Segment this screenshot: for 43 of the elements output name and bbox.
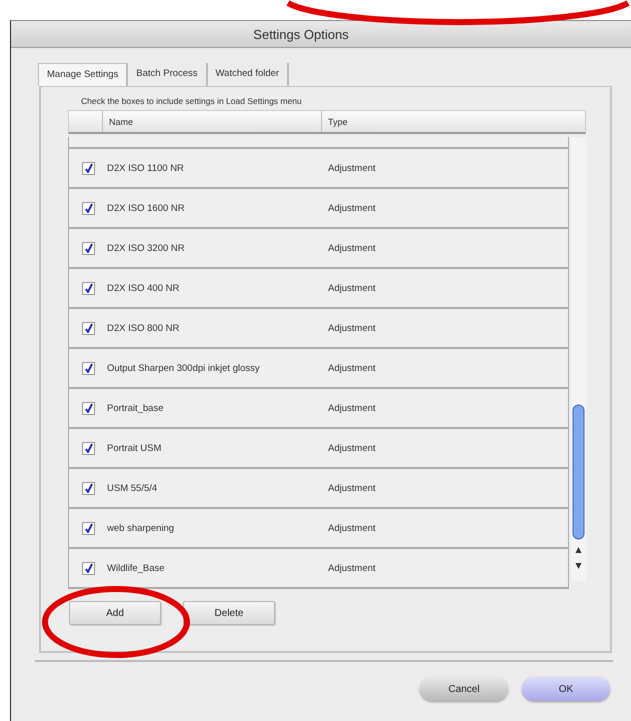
checkbox[interactable] [82,242,95,254]
setting-name: D2X ISO 400 NR [107,282,180,294]
checkbox[interactable] [82,442,95,454]
checkbox[interactable] [82,162,95,174]
setting-type: Adjustment [328,202,376,214]
instruction-text: Check the boxes to include settings in Load Settings menu [81,96,303,106]
setting-type: Adjustment [328,362,376,374]
add-button[interactable]: Add [69,601,161,625]
setting-type: Adjustment [328,162,376,174]
checkbox[interactable] [82,402,95,414]
setting-name: USM 55/5/4 [107,482,158,494]
window-title: Settings Options [253,26,349,42]
setting-name: Portrait_base [107,402,165,414]
setting-name: Portrait USM [107,442,162,454]
setting-type: Adjustment [328,562,376,574]
column-header[interactable]: Type [322,111,348,132]
checkbox[interactable] [82,522,95,534]
checkbox[interactable] [82,322,95,334]
setting-name: D2X ISO 3200 NR [107,242,186,254]
setting-name: D2X ISO 1600 NR [107,202,186,214]
ok-button[interactable]: OK [522,677,610,701]
setting-name: web sharpening [107,522,176,534]
checkbox[interactable] [82,562,95,574]
tab[interactable]: Manage Settings [38,63,128,86]
setting-name: D2X ISO 800 NR [107,322,180,334]
scrollbar[interactable] [569,137,588,581]
delete-button[interactable]: Delete [183,601,275,625]
setting-type: Adjustment [328,402,376,414]
checkbox[interactable] [82,202,95,214]
checkbox[interactable] [82,282,95,294]
setting-type: Adjustment [328,482,376,494]
setting-type: Adjustment [328,522,376,534]
setting-name: D2X ISO 1100 NR [107,162,185,174]
setting-name: Output Sharpen 300dpi inkjet glossy [107,362,261,374]
column-header[interactable]: Name [103,111,322,132]
checkbox[interactable] [82,482,95,494]
cancel-button[interactable]: Cancel [420,677,508,701]
setting-type: Adjustment [328,322,376,334]
setting-name: Wildlife_Base [107,562,166,574]
setting-type: Adjustment [328,442,376,454]
setting-type: Adjustment [328,282,376,294]
setting-type: Adjustment [328,242,376,254]
checkbox[interactable] [82,362,95,374]
